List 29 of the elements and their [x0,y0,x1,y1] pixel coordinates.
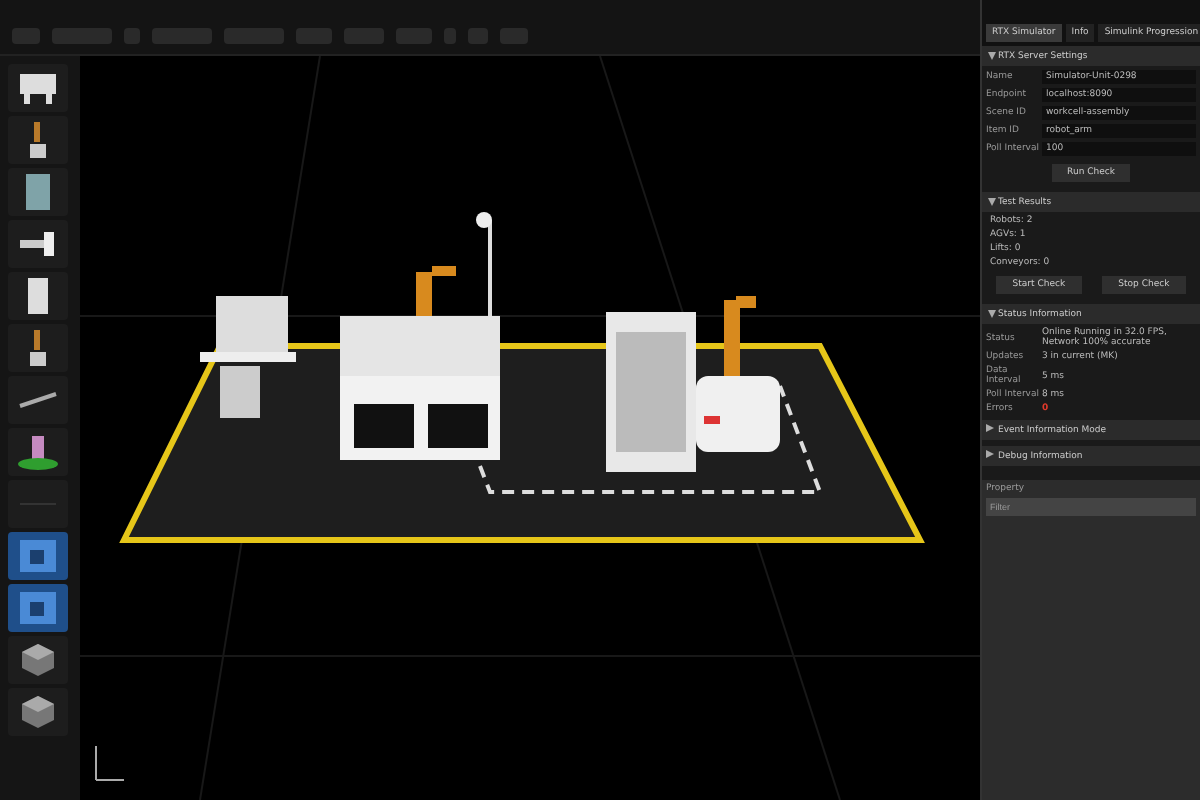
workstation-icon [16,432,60,472]
desk-drawing [200,296,296,418]
robot-arm-icon [24,120,52,160]
box-icon [24,276,52,316]
asset-button[interactable] [8,428,68,476]
asset-button[interactable] [8,688,68,736]
caret-icon [988,198,996,206]
rail-icon [16,390,60,410]
asset-button[interactable] [8,116,68,164]
asset-button[interactable] [8,168,68,216]
caret-icon [986,450,994,458]
asset-button[interactable] [8,324,68,372]
arm-icon [16,230,60,258]
asset-button[interactable] [8,636,68,684]
cabinet-icon [16,70,60,106]
asset-button[interactable] [8,64,68,112]
block-icon [18,538,58,574]
block-icon [18,590,58,626]
cube-icon [20,694,56,730]
cube-icon [20,642,56,678]
caret-icon [986,424,994,432]
caret-icon [988,310,996,318]
caret-icon [988,52,996,60]
asset-button[interactable] [8,220,68,268]
axis-gizmo-drawing [95,745,125,781]
asset-button[interactable] [8,272,68,320]
locker-icon [24,172,52,212]
asset-button[interactable] [8,376,68,424]
robot-arm-icon [24,328,52,368]
